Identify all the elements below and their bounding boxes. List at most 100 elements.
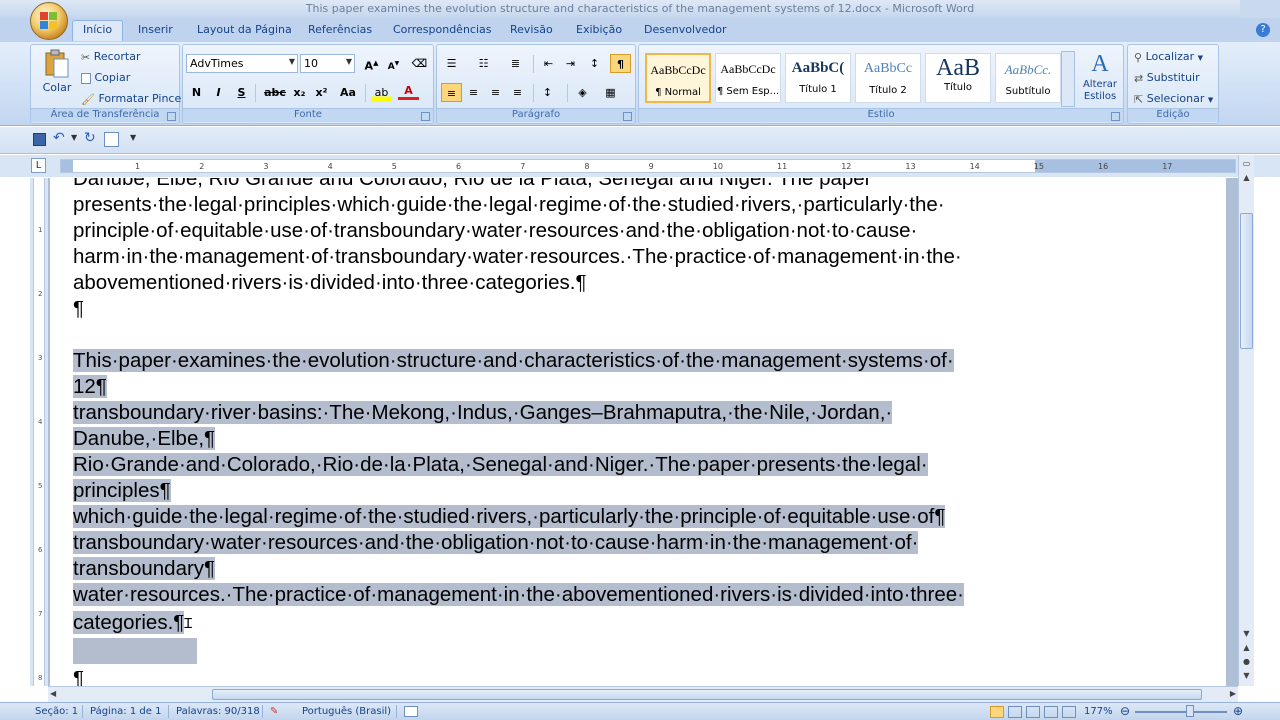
- scroll-down-icon[interactable]: ▼: [1240, 627, 1253, 640]
- align-center-icon[interactable]: ≡: [463, 83, 484, 102]
- style-title[interactable]: AaB Título: [925, 53, 991, 103]
- style-heading-1[interactable]: AaBbC( Título 1: [785, 53, 851, 103]
- tab-inicio[interactable]: Início: [72, 20, 124, 41]
- print-layout-icon[interactable]: [990, 706, 1004, 718]
- bold-button[interactable]: N: [186, 83, 207, 102]
- status-section[interactable]: Seção: 1: [35, 706, 78, 717]
- window-controls[interactable]: [1240, 0, 1280, 18]
- line-spacing-icon[interactable]: ↕: [537, 83, 558, 102]
- next-page-icon[interactable]: ▼: [1240, 669, 1253, 682]
- document-area[interactable]: Danube, Elbe, Rio Grande and Colorado, R…: [48, 178, 1238, 686]
- macro-icon[interactable]: [404, 706, 418, 717]
- previous-page-icon[interactable]: ▲: [1240, 641, 1253, 654]
- tab-referencias[interactable]: Referências: [308, 23, 372, 36]
- borders-icon[interactable]: ▦: [600, 83, 621, 102]
- draft-icon[interactable]: [1062, 706, 1076, 718]
- document-page[interactable]: Danube, Elbe, Rio Grande and Colorado, R…: [50, 178, 1226, 686]
- justify-icon[interactable]: ≡: [507, 83, 528, 102]
- find-button[interactable]: ⚲ Localizar ▼: [1134, 50, 1203, 64]
- scroll-left-icon[interactable]: ◀: [50, 689, 56, 698]
- underline-button[interactable]: S: [231, 83, 252, 102]
- ruler-toggle-icon[interactable]: ▭: [1240, 157, 1253, 170]
- office-button[interactable]: [30, 2, 68, 40]
- style-no-spacing[interactable]: AaBbCcDc ¶ Sem Esp...: [715, 53, 781, 103]
- font-launcher[interactable]: [421, 112, 430, 121]
- select-button[interactable]: ⇱ Selecionar ▼: [1134, 92, 1213, 106]
- customize-qat-icon[interactable]: ▼: [130, 133, 136, 142]
- highlight-icon[interactable]: ab: [371, 83, 392, 102]
- change-styles-button[interactable]: A Alterar Estilos: [1079, 49, 1121, 103]
- cut-button[interactable]: ✂ Recortar: [81, 50, 141, 64]
- redo-icon[interactable]: ↻: [84, 130, 96, 146]
- style-gallery-scroll[interactable]: [1061, 51, 1075, 107]
- document-text[interactable]: Danube, Elbe, Rio Grande and Colorado, R…: [73, 178, 1073, 686]
- shrink-font-button[interactable]: A▼: [383, 54, 404, 73]
- multilevel-list-icon[interactable]: ≣: [505, 54, 526, 73]
- show-marks-icon[interactable]: ¶: [610, 54, 631, 73]
- status-page[interactable]: Página: 1 de 1: [90, 706, 161, 717]
- chevron-down-icon[interactable]: ▼: [71, 133, 77, 142]
- format-painter-button[interactable]: 🖌 Formatar Pincel: [81, 92, 184, 106]
- font-size-combo[interactable]: 10 ▼: [300, 54, 355, 73]
- font-name-combo[interactable]: AdvTimes ▼: [186, 54, 298, 73]
- zoom-slider-handle[interactable]: [1186, 705, 1194, 717]
- status-language[interactable]: Português (Brasil): [302, 706, 391, 717]
- style-heading-2[interactable]: AaBbCc Título 2: [855, 53, 921, 103]
- help-icon[interactable]: ?: [1256, 23, 1270, 37]
- zoom-slider[interactable]: [1135, 711, 1227, 713]
- full-screen-icon[interactable]: [1008, 706, 1022, 718]
- clear-format-icon[interactable]: ⌫: [409, 54, 430, 73]
- tab-correspondencias[interactable]: Correspondências: [393, 23, 492, 36]
- clipboard-launcher[interactable]: [167, 112, 176, 121]
- strikethrough-button[interactable]: abc: [263, 83, 287, 102]
- horizontal-scrollbar[interactable]: ◀ ▶: [48, 686, 1238, 702]
- font-color-icon[interactable]: A: [398, 83, 419, 100]
- shading-icon[interactable]: ◈: [572, 83, 593, 102]
- subscript-button[interactable]: x₂: [289, 83, 310, 102]
- align-left-icon[interactable]: ≡: [441, 83, 462, 102]
- tab-inserir[interactable]: Inserir: [138, 23, 173, 36]
- tab-desenvolvedor[interactable]: Desenvolvedor: [644, 23, 727, 36]
- paragraph-launcher[interactable]: [623, 112, 632, 121]
- zoom-in-icon[interactable]: ⊕: [1233, 704, 1243, 718]
- styles-launcher[interactable]: [1111, 112, 1120, 121]
- horizontal-scroll-thumb[interactable]: [212, 689, 1202, 700]
- tab-layout[interactable]: Layout da Página: [197, 23, 292, 36]
- sort-icon[interactable]: ↕: [584, 54, 605, 73]
- copy-button[interactable]: Copiar: [81, 71, 130, 84]
- print-preview-icon[interactable]: [104, 132, 119, 147]
- scroll-right-icon[interactable]: ▶: [1230, 689, 1236, 698]
- outline-icon[interactable]: [1044, 706, 1058, 718]
- increase-indent-icon[interactable]: ⇥: [560, 54, 581, 73]
- zoom-out-icon[interactable]: ⊖: [1120, 704, 1130, 718]
- align-right-icon[interactable]: ≡: [485, 83, 506, 102]
- undo-icon[interactable]: ↶: [53, 130, 65, 146]
- grow-font-button[interactable]: A▲: [361, 54, 382, 73]
- web-layout-icon[interactable]: [1026, 706, 1040, 718]
- scroll-up-icon[interactable]: ▲: [1240, 171, 1253, 184]
- tab-exibicao[interactable]: Exibição: [576, 23, 622, 36]
- zoom-level[interactable]: 177%: [1084, 706, 1113, 717]
- vertical-scrollbar[interactable]: ▭ ▲ ▼ ▲ ● ▼: [1238, 155, 1254, 686]
- vertical-ruler[interactable]: 123456789: [30, 178, 48, 686]
- vertical-scroll-thumb[interactable]: [1240, 213, 1253, 349]
- proofing-icon[interactable]: ✎: [270, 706, 278, 717]
- decrease-indent-icon[interactable]: ⇤: [538, 54, 559, 73]
- horizontal-ruler-row: L 1 2 3 4 5 6 7 8 9 10 11 12 13 14 15 16 17: [0, 155, 1280, 177]
- tab-revisao[interactable]: Revisão: [510, 23, 553, 36]
- tab-selector[interactable]: L: [31, 158, 46, 173]
- style-normal[interactable]: AaBbCcDc ¶ Normal: [645, 53, 711, 103]
- style-subtitle[interactable]: AaBbCc. Subtítulo: [995, 53, 1061, 103]
- replace-button[interactable]: ⇄ Substituir: [1134, 71, 1200, 85]
- browse-object-icon[interactable]: ●: [1240, 655, 1253, 668]
- italic-button[interactable]: I: [208, 83, 229, 102]
- status-words[interactable]: Palavras: 90/318: [176, 706, 260, 717]
- change-case-button[interactable]: Aa: [335, 83, 361, 102]
- save-icon[interactable]: [33, 133, 46, 146]
- superscript-button[interactable]: x²: [311, 83, 332, 102]
- horizontal-ruler[interactable]: 1 2 3 4 5 6 7 8 9 10 11 12 13 14 15 16 17: [60, 159, 1236, 173]
- bullets-icon[interactable]: ☰: [441, 54, 462, 73]
- doc-line: [73, 322, 1073, 348]
- paste-button[interactable]: Colar: [40, 49, 74, 97]
- numbering-icon[interactable]: ☷: [473, 54, 494, 73]
